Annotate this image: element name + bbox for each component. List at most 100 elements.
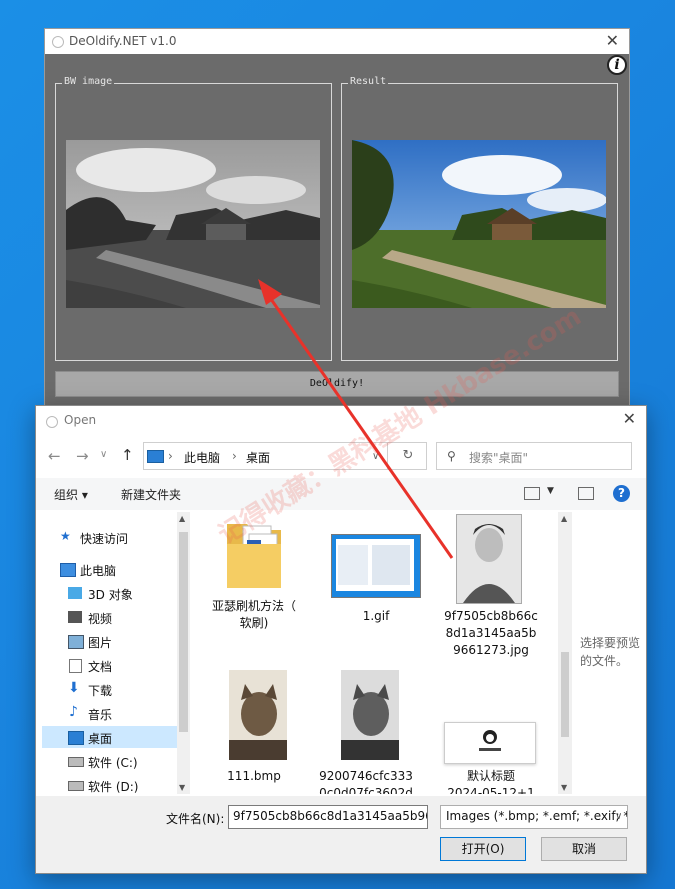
file-list: 亚瑟刷机方法（ 软刷) 1.gif 9f7505cb8b66c 8d1a3145aa…: [189, 512, 567, 794]
panda-thumbnail: [444, 722, 536, 764]
file-item[interactable]: 1.gif: [311, 512, 421, 652]
close-icon[interactable]: ✕: [623, 409, 636, 428]
back-arrow-icon[interactable]: ←: [48, 447, 61, 465]
organize-button[interactable]: 组织 ▾: [54, 486, 88, 503]
up-arrow-icon[interactable]: ↑: [121, 446, 134, 464]
file-name: 默认标题 2024-05-12+1: [447, 769, 535, 794]
scrollbar-thumb[interactable]: [179, 532, 188, 732]
sidebar-item-this-pc[interactable]: 此电脑: [42, 558, 178, 580]
title-bar: DeOldify.NET v1.0 ✕: [45, 29, 629, 54]
breadcrumb-this-pc[interactable]: 此电脑: [184, 449, 220, 466]
chevron-down-icon[interactable]: ∨: [615, 811, 622, 822]
file-item[interactable]: 9f7505cb8b66c 8d1a3145aa5b 9661273.jpg: [434, 512, 548, 662]
result-label: Result: [348, 76, 389, 87]
sidebar-item-label: 软件 (D:): [88, 780, 139, 794]
file-type-select[interactable]: Images (*.bmp; *.emf; *.exif; *.gif; *.i…: [440, 805, 628, 829]
command-bar: 组织 ▾ 新建文件夹 ▼ ?: [36, 478, 646, 510]
sidebar-item-label: 桌面: [88, 732, 113, 746]
file-item[interactable]: 111.bmp: [199, 662, 309, 792]
sidebar-item-label: 软件 (C:): [88, 756, 138, 770]
chevron-up-icon[interactable]: ▲: [561, 514, 567, 523]
chevron-up-icon[interactable]: ▲: [179, 514, 185, 523]
drive-icon: [68, 781, 84, 791]
search-icon: ⚲: [447, 449, 456, 463]
files-scrollbar[interactable]: ▲ ▼: [558, 512, 572, 794]
portrait-thumbnail: [456, 514, 522, 604]
close-icon[interactable]: ✕: [606, 31, 619, 50]
sidebar-item-pictures[interactable]: 图片: [42, 630, 178, 652]
new-folder-button[interactable]: 新建文件夹: [121, 486, 181, 503]
breadcrumb-separator-icon: ›: [168, 449, 173, 463]
preview-pane: 选择要预览的文件。: [574, 512, 646, 794]
file-item[interactable]: 9200746cfc333 0c0d07fc3602d: [311, 662, 421, 794]
window-title: DeOldify.NET v1.0: [69, 34, 177, 48]
cat-thumbnail: [229, 670, 287, 760]
sidebar-item-3d-objects[interactable]: 3D 对象: [42, 582, 178, 604]
bw-image-group: BW image: [55, 76, 332, 361]
picture-icon: [68, 635, 84, 649]
cancel-button[interactable]: 取消: [541, 837, 627, 861]
dialog-title: Open: [64, 413, 97, 427]
sidebar-item-desktop[interactable]: 桌面: [42, 726, 178, 748]
search-placeholder: 搜索"桌面": [469, 451, 529, 465]
sidebar-item-documents[interactable]: 文档: [42, 654, 178, 676]
sidebar-item-label: 视频: [88, 612, 113, 626]
help-icon[interactable]: ?: [613, 485, 630, 502]
sidebar-item-label: 快速访问: [80, 532, 129, 546]
filename-input[interactable]: 9f7505cb8b66c8d1a3145aa5b9661273.jpg: [228, 805, 428, 829]
file-type-value: Images (*.bmp; *.emf; *.exif; *.gif; *.i…: [446, 809, 627, 823]
star-icon: ★: [60, 529, 71, 543]
sidebar-item-quick-access[interactable]: ★ 快速访问: [42, 526, 178, 548]
document-icon: [69, 659, 82, 673]
cube-icon: [68, 587, 82, 599]
sidebar-item-label: 此电脑: [80, 564, 117, 578]
file-name: 1.gif: [362, 609, 390, 623]
info-button[interactable]: i: [607, 55, 627, 75]
film-icon: [68, 611, 82, 623]
computer-icon: [60, 563, 76, 577]
sidebar-item-drive-d[interactable]: 软件 (D:): [42, 774, 178, 796]
music-icon: ♪: [69, 704, 78, 720]
sidebar-item-music[interactable]: ♪ 音乐: [42, 702, 178, 724]
file-name: 111.bmp: [227, 769, 281, 783]
result-image: [352, 140, 606, 308]
sidebar-item-downloads[interactable]: ⬇ 下载: [42, 678, 178, 700]
app-icon: [52, 36, 64, 48]
sidebar-item-label: 下载: [88, 684, 113, 698]
desktop-icon: [68, 731, 84, 745]
file-name: 9200746cfc333 0c0d07fc3602d: [319, 769, 413, 794]
chevron-down-icon[interactable]: ∨: [100, 449, 107, 460]
file-item[interactable]: 默认标题 2024-05-12+1: [434, 662, 548, 794]
bw-image: [66, 140, 320, 308]
search-box[interactable]: ⚲ 搜索"桌面": [436, 442, 632, 470]
filename-label: 文件名(N):: [166, 812, 225, 826]
download-icon: ⬇: [68, 680, 80, 696]
breadcrumb-desktop[interactable]: 桌面: [246, 449, 270, 466]
scrollbar-thumb[interactable]: [561, 652, 569, 737]
refresh-icon: ↻: [402, 448, 414, 463]
sidebar-item-videos[interactable]: 视频: [42, 606, 178, 628]
gif-thumbnail: [331, 534, 421, 598]
cat-bw-thumbnail: [341, 670, 399, 760]
dialog-icon: [46, 416, 58, 428]
file-name: 亚瑟刷机方法（ 软刷): [211, 599, 296, 630]
sidebar-item-label: 文档: [88, 660, 113, 674]
preview-placeholder: 选择要预览的文件。: [580, 636, 641, 668]
drive-icon: [68, 757, 84, 767]
navigation-pane: ★ 快速访问 此电脑 3D 对象 视频 图片 文档 ⬇ 下载 ♪ 音乐 桌面 软…: [42, 516, 178, 794]
chevron-down-icon[interactable]: ▼: [547, 486, 554, 496]
computer-icon: [147, 450, 164, 463]
file-name: 9f7505cb8b66c 8d1a3145aa5b 9661273.jpg: [444, 609, 538, 657]
chevron-down-icon[interactable]: ▼: [561, 783, 567, 792]
dialog-footer: 文件名(N): 9f7505cb8b66c8d1a3145aa5b9661273…: [36, 796, 646, 873]
chevron-down-icon[interactable]: ▼: [179, 783, 185, 792]
view-icon[interactable]: [524, 487, 540, 500]
breadcrumb-separator-icon: ›: [232, 449, 237, 463]
preview-pane-icon[interactable]: [578, 487, 594, 500]
bw-image-label: BW image: [62, 76, 115, 87]
forward-arrow-icon[interactable]: →: [76, 447, 89, 465]
open-button[interactable]: 打开(O): [440, 837, 526, 861]
sidebar-item-drive-c[interactable]: 软件 (C:): [42, 750, 178, 772]
sidebar-item-label: 音乐: [88, 708, 113, 722]
deoldify-button[interactable]: DeOldify!: [55, 371, 619, 397]
